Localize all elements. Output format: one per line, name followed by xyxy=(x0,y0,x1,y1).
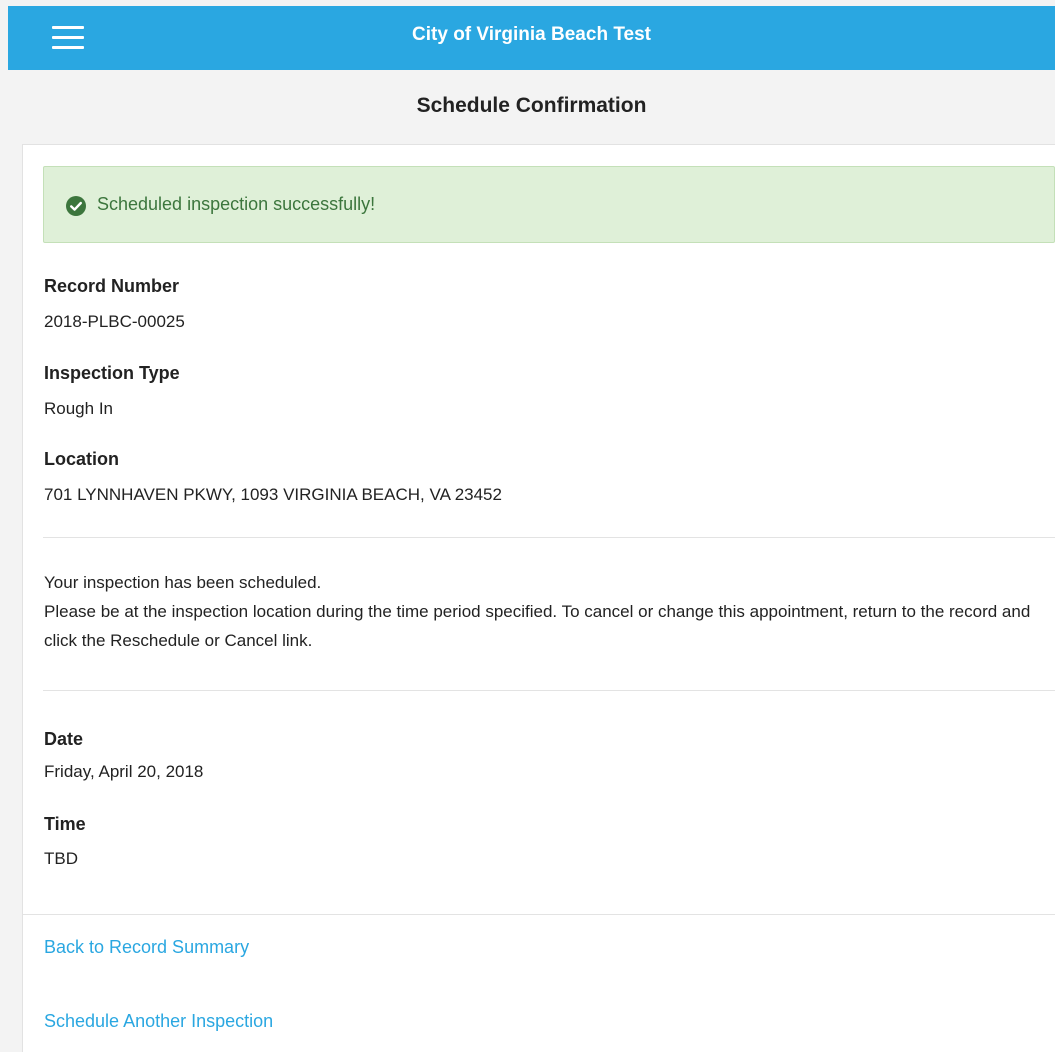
app-header: City of Virginia Beach Test xyxy=(8,6,1055,70)
date-label: Date xyxy=(44,729,84,749)
check-circle-icon xyxy=(66,196,86,216)
page-header: Schedule Confirmation xyxy=(8,70,1055,144)
confirmation-card: Scheduled inspection successfully! Recor… xyxy=(22,144,1055,1052)
back-to-record-summary-link[interactable]: Back to Record Summary xyxy=(44,937,249,958)
time-value: TBD xyxy=(44,849,78,868)
record-number-value: 2018-PLBC-00025 xyxy=(44,312,185,331)
divider xyxy=(43,537,1055,538)
location-label: Location xyxy=(44,449,119,469)
message-line-1: Your inspection has been scheduled. xyxy=(44,573,322,592)
confirmation-message: Your inspection has been scheduled. Plea… xyxy=(44,568,1044,655)
app-title: City of Virginia Beach Test xyxy=(412,24,651,45)
success-message: Scheduled inspection successfully! xyxy=(97,194,376,214)
success-alert: Scheduled inspection successfully! xyxy=(43,166,1055,243)
divider xyxy=(43,690,1055,691)
message-line-2: Please be at the inspection location dur… xyxy=(44,602,1031,650)
divider xyxy=(23,914,1055,915)
inspection-type-value: Rough In xyxy=(44,399,113,418)
location-value: 701 LYNNHAVEN PKWY, 1093 VIRGINIA BEACH,… xyxy=(44,485,502,504)
record-number-label: Record Number xyxy=(44,276,180,296)
schedule-another-inspection-link[interactable]: Schedule Another Inspection xyxy=(44,1011,273,1032)
inspection-type-label: Inspection Type xyxy=(44,363,180,383)
page-title: Schedule Confirmation xyxy=(416,94,647,117)
time-label: Time xyxy=(44,814,86,834)
date-value: Friday, April 20, 2018 xyxy=(44,762,204,781)
